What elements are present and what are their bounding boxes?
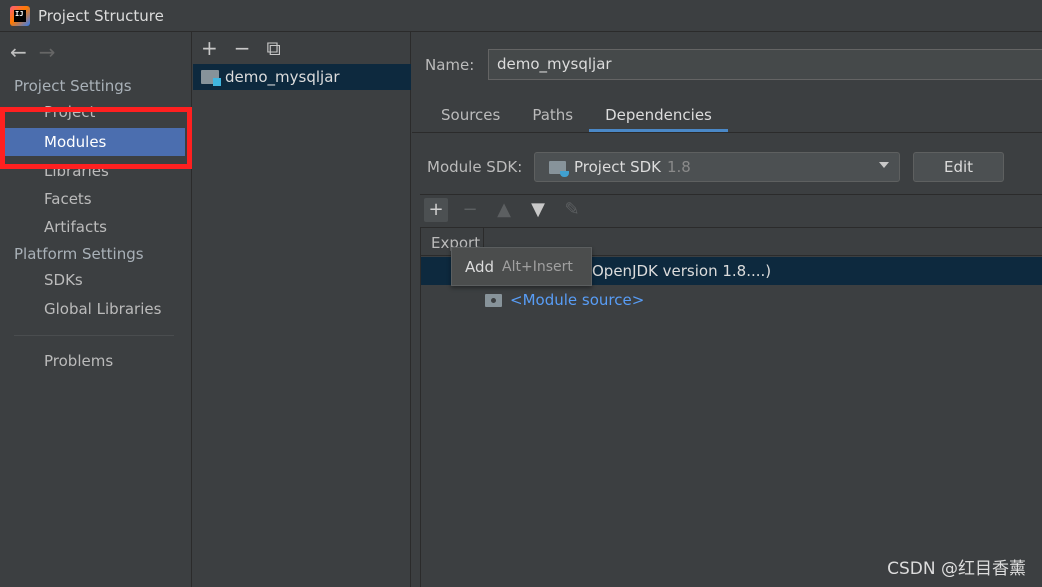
sdk-folder-icon	[549, 160, 569, 177]
sdk-row-label: OpenJDK version 1.8....)	[592, 262, 772, 280]
module-name: demo_mysqljar	[225, 68, 340, 86]
remove-dependency-icon[interactable]: −	[458, 198, 482, 222]
tab-dependencies[interactable]: Dependencies	[589, 98, 728, 132]
tabs-divider	[412, 132, 1042, 133]
sidebar-divider	[14, 335, 174, 336]
sidebar-item-global-libraries[interactable]: Global Libraries	[0, 295, 186, 323]
sidebar-item-project[interactable]: Project	[0, 98, 186, 126]
copy-module-icon[interactable]: ⧉	[267, 36, 281, 60]
sidebar-item-artifacts[interactable]: Artifacts	[0, 213, 186, 241]
title-bar: IJ Project Structure	[0, 0, 1042, 32]
name-label: Name:	[425, 56, 475, 74]
module-tabs: Sources Paths Dependencies	[412, 98, 728, 132]
back-arrow-icon[interactable]: ←	[10, 40, 27, 64]
watermark: CSDN @红目香薰	[887, 559, 1026, 579]
tooltip-shortcut: Alt+Insert	[502, 258, 573, 275]
module-source-label: <Module source>	[510, 291, 645, 309]
move-up-icon[interactable]: ▲	[492, 198, 516, 222]
remove-module-icon[interactable]: −	[234, 36, 251, 60]
window-title: Project Structure	[38, 6, 164, 25]
add-dependency-icon[interactable]: +	[424, 198, 448, 222]
module-list-pane: + − ⧉ demo_mysqljar	[193, 32, 411, 587]
intellij-app-icon: IJ	[10, 5, 30, 26]
dependencies-toolbar: + − ▲ ▼ ✎	[424, 196, 584, 224]
module-sdk-dropdown[interactable]: Project SDK 1.8	[534, 152, 900, 182]
table-row-module-source[interactable]: <Module source>	[485, 286, 644, 314]
module-folder-icon	[201, 70, 221, 86]
edit-dependency-icon[interactable]: ✎	[560, 198, 584, 222]
project-settings-header: Project Settings	[14, 77, 132, 95]
module-sdk-label: Module SDK:	[427, 158, 523, 176]
sidebar-item-sdks[interactable]: SDKs	[0, 266, 186, 294]
move-down-icon[interactable]: ▼	[526, 198, 550, 222]
module-row[interactable]: demo_mysqljar	[193, 64, 411, 90]
chevron-down-icon	[879, 162, 889, 168]
sdk-value: Project SDK	[574, 158, 661, 176]
nav-arrows: ← →	[10, 40, 56, 64]
module-details-pane: Name: demo_mysqljar Sources Paths Depend…	[412, 32, 1042, 587]
edit-sdk-button[interactable]: Edit	[913, 152, 1004, 182]
add-module-icon[interactable]: +	[201, 36, 218, 60]
tab-paths[interactable]: Paths	[516, 98, 589, 132]
add-tooltip: Add Alt+Insert	[451, 247, 592, 286]
settings-sidebar: ← → Project Settings Project Modules Lib…	[0, 32, 192, 587]
tab-sources[interactable]: Sources	[412, 98, 516, 132]
deps-divider	[420, 194, 1042, 195]
sidebar-item-problems[interactable]: Problems	[0, 347, 186, 375]
sidebar-item-facets[interactable]: Facets	[0, 185, 186, 213]
platform-settings-header: Platform Settings	[14, 245, 144, 263]
sidebar-item-libraries[interactable]: Libraries	[0, 157, 186, 185]
tooltip-action: Add	[465, 257, 495, 276]
sidebar-item-modules[interactable]: Modules	[4, 128, 185, 156]
source-folder-icon	[485, 293, 502, 307]
module-toolbar: + − ⧉	[201, 36, 281, 60]
module-name-field[interactable]: demo_mysqljar	[488, 49, 1042, 80]
sdk-version: 1.8	[667, 158, 691, 176]
forward-arrow-icon[interactable]: →	[39, 40, 56, 64]
